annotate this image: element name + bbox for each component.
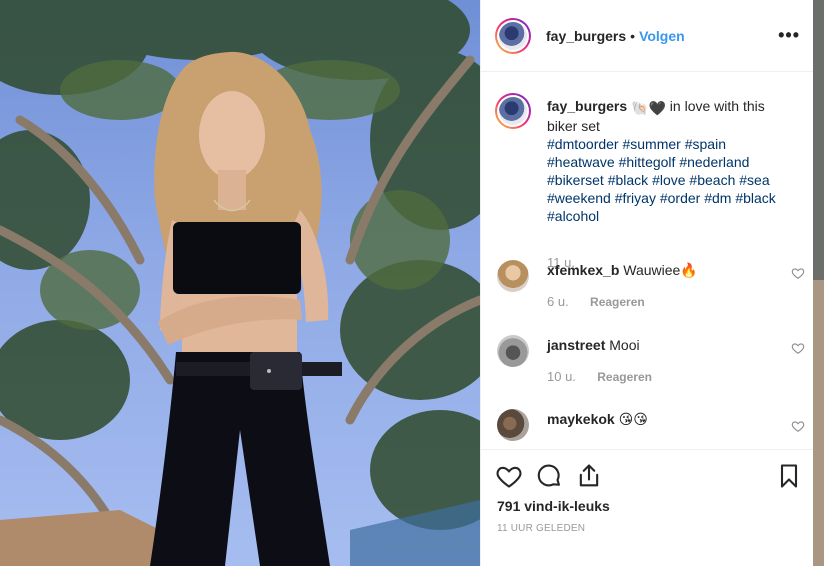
caption-text: fay_burgers 🐚🖤 in love with this biker s… [547, 97, 787, 225]
more-options-icon[interactable]: ••• [778, 26, 800, 44]
caption-author-avatar[interactable] [495, 93, 531, 129]
comment-meta: 6 u. Reageren [547, 294, 645, 309]
post-photo[interactable] [0, 0, 480, 566]
commenter-avatar[interactable] [497, 409, 529, 441]
hashtag[interactable]: #dm [704, 190, 731, 206]
comments-list[interactable]: fay_burgers 🐚🖤 in love with this biker s… [481, 73, 814, 448]
comment-like-heart-icon[interactable] [791, 266, 805, 280]
comment-text: Mooi [609, 337, 640, 353]
hashtag[interactable]: #hittegolf [619, 154, 676, 170]
commenter-avatar[interactable] [497, 335, 529, 367]
header-separator: • [630, 27, 636, 44]
background-page-edge [813, 0, 824, 566]
hashtag[interactable]: #love [652, 172, 685, 188]
post-sidebar: fay_burgers • Volgen ••• fay_burgers 🐚🖤 … [480, 0, 814, 566]
commenter-avatar[interactable] [497, 260, 529, 292]
comment-username[interactable]: janstreet [547, 337, 605, 353]
comment-text: Wauwiee🔥 [623, 262, 698, 278]
comment-username[interactable]: xfemkex_b [547, 262, 619, 278]
hashtag[interactable]: #dmtoorder [547, 136, 619, 152]
hashtag[interactable]: #summer [622, 136, 680, 152]
comment-meta: 10 u. Reageren [547, 369, 652, 384]
hashtag[interactable]: #order [660, 190, 700, 206]
comment-line: xfemkex_b Wauwiee🔥 [547, 262, 698, 279]
hashtag[interactable]: #nederland [679, 154, 749, 170]
comment-username[interactable]: maykekok [547, 411, 615, 427]
bookmark-icon[interactable] [775, 462, 803, 490]
caption-username[interactable]: fay_burgers [547, 98, 627, 114]
post-actions: 791 vind-ik-leuks 11 UUR GELEDEN [481, 449, 814, 566]
post-timestamp[interactable]: 11 UUR GELEDEN [497, 523, 585, 534]
hashtag[interactable]: #sea [739, 172, 769, 188]
comment-age[interactable]: 6 u. [547, 294, 569, 309]
follow-button[interactable]: Volgen [639, 28, 685, 44]
instagram-post-view: fay_burgers • Volgen ••• fay_burgers 🐚🖤 … [0, 0, 824, 566]
hashtag[interactable]: #alcohol [547, 208, 599, 224]
comment-text: 😘😘 [618, 411, 648, 427]
like-count[interactable]: 791 vind-ik-leuks [497, 498, 610, 514]
hashtag[interactable]: #beach [689, 172, 735, 188]
comment-like-heart-icon[interactable] [791, 341, 805, 355]
comment-line: janstreet Mooi [547, 337, 640, 353]
comment-line: maykekok 😘😘 [547, 411, 648, 428]
comment-bubble-icon[interactable] [535, 462, 563, 490]
caption-emoji: 🐚🖤 [631, 100, 666, 116]
reply-button[interactable]: Reageren [597, 370, 652, 384]
author-avatar[interactable] [495, 17, 531, 54]
photo-illustration [0, 0, 480, 566]
hashtag[interactable]: #heatwave [547, 154, 615, 170]
hashtag[interactable]: #black [608, 172, 648, 188]
post-header: fay_burgers • Volgen ••• [481, 0, 814, 72]
author-username[interactable]: fay_burgers [546, 28, 626, 44]
hashtag[interactable]: #black [735, 190, 775, 206]
hashtag[interactable]: #bikerset [547, 172, 604, 188]
comment-like-heart-icon[interactable] [791, 419, 805, 433]
share-upload-icon[interactable] [575, 462, 603, 490]
comment-age[interactable]: 10 u. [547, 369, 576, 384]
hashtag[interactable]: #weekend [547, 190, 611, 206]
heart-icon[interactable] [495, 462, 523, 490]
hashtag[interactable]: #friyay [615, 190, 656, 206]
hashtag[interactable]: #spain [685, 136, 726, 152]
reply-button[interactable]: Reageren [590, 295, 645, 309]
